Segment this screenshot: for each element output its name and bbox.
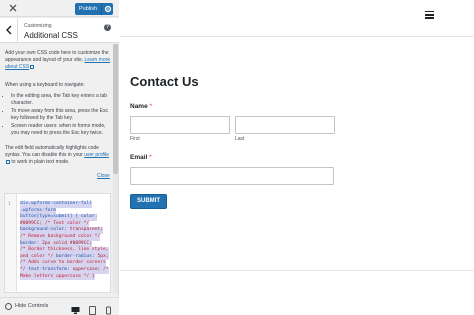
customizer-footer: Hide Controls xyxy=(0,297,119,315)
customizer-topbar: Publish xyxy=(0,0,119,17)
scrollbar-thumb[interactable] xyxy=(113,44,118,174)
code-line[interactable]: /* Adds curve to border corners xyxy=(20,260,110,267)
customizer-sidebar: Publish Customizing Additional CSS ? Add… xyxy=(0,0,119,315)
code-token: #0099CC; xyxy=(20,220,45,226)
code-token: /* xyxy=(103,266,109,272)
user-profile-link[interactable]: user profile xyxy=(84,152,109,158)
line-number: 1 xyxy=(8,202,11,207)
section-header: Customizing Additional CSS ? xyxy=(0,18,119,43)
required-mark: * xyxy=(149,103,153,110)
keyboard-tips-list: In the editing area, the Tab key enters … xyxy=(11,93,111,138)
code-token: 5px; xyxy=(97,253,109,259)
code-token: .wpforms-form xyxy=(20,207,56,213)
required-mark: * xyxy=(149,154,152,161)
close-icon[interactable] xyxy=(6,1,20,15)
email-input[interactable] xyxy=(130,167,334,185)
chevron-left-icon[interactable] xyxy=(0,18,18,43)
code-token: /* Remove background color */ xyxy=(20,233,101,239)
last-name-input[interactable] xyxy=(235,116,335,134)
external-link-icon xyxy=(30,64,35,69)
code-token: border-radius: xyxy=(55,253,98,259)
mobile-icon[interactable] xyxy=(104,302,113,315)
code-token: /* Border thickness, line style, xyxy=(20,247,109,253)
code-line[interactable]: /* Border thickness, line style, xyxy=(20,247,110,254)
form-title: Contact Us xyxy=(130,74,199,89)
code-token: transparent; xyxy=(69,227,103,233)
external-link-icon xyxy=(6,159,10,164)
email-field-label: Email * xyxy=(130,154,152,161)
name-field-label: Name * xyxy=(130,103,153,110)
code-token: 2px solid #0099CC; xyxy=(42,240,92,246)
desktop-icon[interactable] xyxy=(71,302,80,315)
code-line[interactable]: /* Remove background color */ xyxy=(20,233,110,241)
close-link[interactable]: Close xyxy=(97,173,110,180)
line-gutter: 1 xyxy=(5,194,17,292)
css-code-editor[interactable]: 1 div.wpforms-container-full .wpforms-fo… xyxy=(4,193,111,293)
code-line[interactable]: div.wpforms-container-full xyxy=(20,201,110,208)
intro-text: Add your own CSS code here to customize … xyxy=(5,50,111,70)
code-token: uppercase; xyxy=(72,266,104,272)
keyboard-intro: When using a keyboard to navigate: xyxy=(5,82,85,88)
submit-button[interactable]: SUBMIT xyxy=(130,194,167,209)
breadcrumb: Customizing xyxy=(24,23,52,29)
code-token: Make letters uppercase */ } xyxy=(20,273,95,279)
publish-button[interactable]: Publish xyxy=(75,3,101,15)
section-title: Additional CSS xyxy=(24,31,78,40)
code-token: text-transform: xyxy=(28,266,73,272)
code-token: /* Text color */ xyxy=(44,220,90,226)
code-token: and color */ xyxy=(20,253,56,259)
hide-controls-icon[interactable] xyxy=(5,303,12,310)
code-line[interactable]: button[type=submit] { color: xyxy=(20,214,110,221)
code-line[interactable]: Make letters uppercase */ } xyxy=(20,273,110,281)
header-divider xyxy=(120,36,474,37)
hamburger-menu-icon[interactable] xyxy=(425,11,434,19)
list-item: In the editing area, the Tab key enters … xyxy=(11,93,111,107)
first-sublabel: First xyxy=(130,136,140,142)
code-token: color: xyxy=(80,214,98,220)
footer-divider xyxy=(120,270,474,271)
code-token: div.wpforms-container-full xyxy=(20,201,92,206)
last-sublabel: Last xyxy=(235,136,245,142)
code-token: /* Adds curve to border corners xyxy=(20,260,106,266)
code-line[interactable]: */ text-transform: uppercase; /* xyxy=(20,266,110,274)
code-content[interactable]: div.wpforms-container-full .wpforms-form… xyxy=(20,201,110,281)
code-token: border: xyxy=(20,240,43,246)
site-preview: Contact Us Name * First Last Email * SUB… xyxy=(120,0,474,315)
code-line[interactable]: background-color: transparent; xyxy=(20,227,110,234)
list-item: To move away from this area, press the E… xyxy=(11,108,111,122)
hide-controls-button[interactable]: Hide Controls xyxy=(15,303,48,309)
help-icon[interactable]: ? xyxy=(104,24,111,31)
code-token: background-color: xyxy=(20,227,70,233)
gear-icon[interactable] xyxy=(101,3,113,15)
tablet-icon[interactable] xyxy=(88,302,97,315)
first-name-input[interactable] xyxy=(130,116,230,134)
css-description-panel: Add your own CSS code here to customize … xyxy=(0,44,114,189)
syntax-highlight-text: The edit field automatically highlights … xyxy=(5,145,109,165)
code-token: button[type=submit] { xyxy=(20,214,81,220)
list-item: Screen reader users: when in forms mode,… xyxy=(11,123,111,137)
